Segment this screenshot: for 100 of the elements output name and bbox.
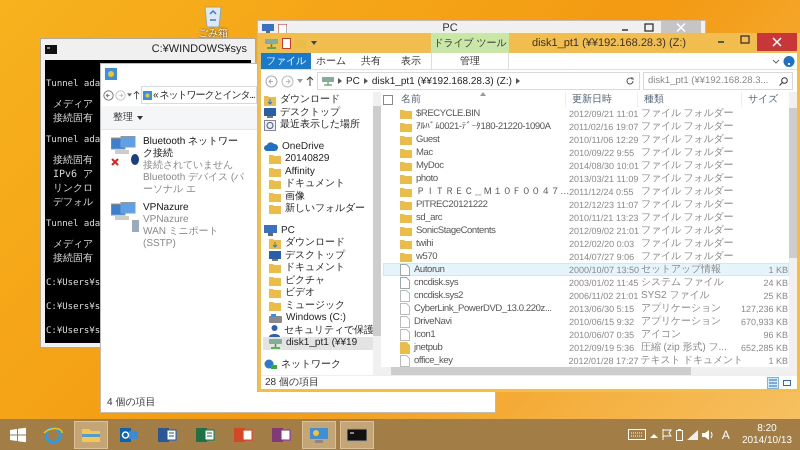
flag-icon[interactable] [662,429,672,440]
nav-item[interactable]: Windows (C:) [263,312,373,324]
nav-item[interactable]: 新しいフォルダー [263,203,373,216]
file-row[interactable]: DriveNavi 2010/06/15 9:32 アプリケーション 670,933 KB [383,315,789,328]
nav-item[interactable]: 最近表示した場所 [263,119,373,132]
folder-icon [400,200,412,210]
nav-item[interactable]: OneDrive [263,140,373,153]
settings-file-icon [400,276,410,288]
file-row[interactable]: Icon1 2010/06/07 0:35 アイコン 96 KB [383,328,789,341]
date-cell-text: 2012/02/20 0:03 [568,238,636,250]
file-icon [400,354,410,366]
file-icon [400,290,410,302]
connection-device: WAN ミニポート (SSTP) [143,226,220,250]
up-arrow-button[interactable] [133,90,140,100]
file-row[interactable]: sd_arc 2010/11/21 13:23 ファイル フォルダー [383,211,789,224]
column-header[interactable]: 名前 [395,92,565,107]
up-arrow-button[interactable] [306,76,314,86]
volume-icon[interactable] [702,430,714,440]
ribbon-tab[interactable]: 共有 [351,53,391,69]
nav-item[interactable]: 20140829 [263,153,373,166]
close-button[interactable] [757,33,797,51]
nav-item[interactable]: Affinity [263,166,373,178]
ribbon-tab[interactable]: ホーム [311,53,351,69]
column-header[interactable]: 種類 [637,92,741,107]
battery-icon[interactable] [676,428,683,440]
folder-icon [400,160,412,170]
recycle-bin-icon[interactable] [203,4,223,28]
column-header[interactable]: 更新日時 [565,92,637,107]
file-row[interactable]: cncdisk.sys2 2006/11/02 21:01 SYS2 ファイル 25 KB [383,289,789,302]
file-row[interactable]: MyDoc 2014/08/30 10:01 ファイル フォルダー [383,159,789,172]
contextual-tab-group: ドライブ ツール [431,33,509,53]
taskbar-button[interactable] [340,420,374,448]
caret-icon[interactable] [311,41,317,45]
file-name: photo [416,172,438,184]
properties-icon[interactable] [278,24,287,34]
nav-item[interactable]: ドキュメント [263,178,373,190]
file-name: MyDoc [416,160,444,172]
file-row[interactable]: ＰＩＴＲＥＣ＿Ｍ１０Ｆ００４７…2011/12/24 0:55 ファイル フォルダー [383,185,789,198]
network-drive-icon [265,38,278,48]
console-icon [45,45,57,54]
nav-item[interactable]: デスクトップ [263,250,373,262]
file-row[interactable]: cncdisk.sys 2003/01/02 11:45 システム ファイル 24 KB [383,276,789,289]
nav-item[interactable]: ネットワーク [263,358,373,371]
refresh-icon[interactable] [625,76,635,86]
ribbon-tab[interactable]: 表示 [391,53,431,69]
file-row[interactable]: w570 2014/07/27 9:06 ファイル フォルダー [383,250,789,263]
ime-indicator[interactable]: A [718,426,734,444]
breadcrumb[interactable]: PC [346,74,360,88]
type-cell-text: ファイル フォルダー [640,134,735,146]
file-row[interactable]: Autorun 2000/10/07 13:50 セットアップ情報 1 KB [383,263,789,276]
folder-icon [400,122,412,132]
address-bar[interactable]: « ネットワークとインタ... [141,86,257,104]
details-view-button[interactable] [767,376,779,388]
console-line: IPv6 ア [53,168,94,182]
select-all-checkbox[interactable] [383,94,393,104]
ribbon-tab[interactable]: ファイル [261,53,311,69]
nav-item[interactable]: ダウンロード [263,94,373,106]
file-row[interactable]: jnetpub 2012/09/19 5:36 圧縮 (zip 形式) フ... 652,285 KB [383,341,789,354]
organize-menu[interactable]: 整理 [113,110,143,125]
properties-icon[interactable] [282,38,291,48]
caret-icon[interactable] [127,93,132,97]
help-icon[interactable] [781,53,797,70]
search-field[interactable]: disk1_pt1 (¥¥192.168.28.3... [643,72,793,90]
file-row[interactable]: Mac 2010/09/22 9:55 ファイル フォルダー [383,146,789,159]
nav-item[interactable]: ミュージック [263,300,373,312]
connection-item[interactable]: Bluetooth ネットワーク接続 接続されていません Bluetooth デバイス (パーソナル エ [111,136,249,196]
nav-item[interactable]: ビデオ [263,287,373,300]
clock[interactable]: 8:20 2014/10/13 [738,422,796,446]
ribbon-tab[interactable]: 管理 [431,53,509,69]
nav-item[interactable]: PC [263,224,373,237]
control-panel-icon [105,68,117,80]
file-row[interactable]: SonicStageContents 2012/09/02 21:01 ファイル フォルダー [383,224,789,237]
address-bar[interactable]: PC disk1_pt1 (¥¥192.168.28.3) (Z:) [317,72,640,90]
breadcrumb[interactable]: disk1_pt1 (¥¥192.168.28.3) (Z:) [372,74,512,88]
nav-item[interactable]: ピクチャ [263,274,373,287]
file-row[interactable]: Guest 2010/11/06 12:29 ファイル フォルダー [383,133,789,146]
file-row[interactable]: CyberLink_PowerDVD_13.0.220z... 2013/06/30 5:15 アプリケーション 127,236 KB [383,302,789,315]
file-row[interactable]: twihi 2012/02/20 0:03 ファイル フォルダー [383,237,789,250]
connection-item[interactable]: VPNazure VPNazure WAN ミニポート (SSTP) [111,202,249,250]
nav-item[interactable]: ドキュメント [263,262,373,274]
nav-item[interactable]: ダウンロード [263,237,373,250]
file-row[interactable]: PITREC20121222 2012/12/23 11:07 ファイル フォルダー [383,198,789,211]
nav-item[interactable]: disk1_pt1 (¥¥19 [263,337,373,350]
keyboard-icon[interactable] [628,429,646,440]
file-row[interactable]: photo 2013/03/21 11:09 ファイル フォルダー [383,172,789,185]
file-icon [400,328,410,340]
browser-icon [43,424,63,444]
chevron-up-icon[interactable] [650,432,658,438]
nav-item[interactable]: 画像 [263,190,373,203]
nav-item[interactable]: デスクトップ [263,106,373,119]
signal-icon[interactable] [686,430,698,440]
file-name: ＰＩＴＲＥＣ＿Ｍ１０Ｆ００４７… [416,186,570,198]
file-name: Mac [416,146,433,158]
folder-icon [400,134,412,144]
type-cell-text: アプリケーション [640,302,722,314]
file-row[interactable]: $RECYCLE.BIN 2012/09/21 11:01 ファイル フォルダー [383,107,789,120]
back-button[interactable] [103,90,114,100]
file-row[interactable]: office_key 2012/01/28 17:27 テキスト ドキュメント 1 KB [383,354,789,367]
type-cell-text: アイコン [640,328,682,340]
file-row[interactable]: ｱﾙﾊﾞﾑ0021-ﾃﾞｰﾀ180-21220-1090A 2011/02/16 19:07 ファイル フォルダー [383,120,789,133]
